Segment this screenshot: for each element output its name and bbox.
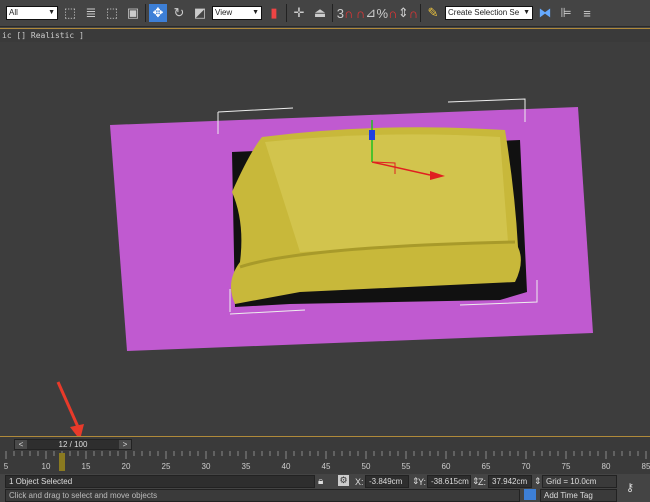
current-frame-marker[interactable]: [59, 453, 65, 471]
prev-frame-button[interactable]: <: [15, 440, 27, 449]
viewport-label[interactable]: ic [] Realistic ]: [0, 28, 650, 42]
perspective-viewport[interactable]: [0, 42, 650, 440]
y-label: Y:: [418, 477, 427, 487]
ruler-label: 75: [562, 462, 571, 471]
reference-coord-dropdown[interactable]: View: [212, 6, 262, 20]
selection-filter-dropdown[interactable]: All: [6, 6, 58, 20]
divider: [420, 4, 421, 22]
manipulate-icon[interactable]: ✛: [290, 4, 308, 22]
annotation-arrow: [56, 381, 84, 440]
divider: [286, 4, 287, 22]
ruler-label: 50: [362, 462, 371, 471]
time-tag-icon[interactable]: [524, 489, 536, 500]
layer-icon[interactable]: ≡: [578, 4, 596, 22]
divider: [332, 4, 333, 22]
angle-snap-icon[interactable]: ∩ ⊿: [356, 4, 376, 22]
status-bar: 1 Object Selected 🔒︎ ⚙ X: -3.849cm ⇕ Y: …: [0, 474, 650, 502]
z-coordinate-field[interactable]: 37.942cm: [488, 475, 532, 488]
next-frame-button[interactable]: >: [119, 440, 131, 449]
z-label: Z:: [478, 477, 486, 487]
ruler-label: 65: [482, 462, 491, 471]
frame-counter: 12 / 100: [58, 440, 88, 449]
x-label: X:: [355, 477, 364, 487]
track-ruler: 5 10 15 20 25 30 35 40 45 50 55 60 65 70 75 80 85: [4, 451, 650, 471]
percent-label: %: [376, 5, 389, 21]
ruler-label: 45: [322, 462, 331, 471]
pivot-center-icon[interactable]: ▮: [265, 4, 283, 22]
scale-icon[interactable]: ◩: [191, 4, 209, 22]
ruler-label: 10: [42, 462, 51, 471]
ruler-label: 70: [522, 462, 531, 471]
ruler-label: 35: [242, 462, 251, 471]
z-spinner-icon[interactable]: ⇕: [534, 476, 542, 487]
x-coordinate-field[interactable]: -3.849cm: [365, 475, 409, 488]
box-top-highlight: [265, 134, 508, 252]
edit-named-selection-icon[interactable]: ✎: [424, 4, 442, 22]
ruler-label: 85: [642, 462, 650, 471]
ruler-label: 80: [602, 462, 611, 471]
rotate-icon[interactable]: ↻: [170, 4, 188, 22]
mirror-icon[interactable]: ⧓: [536, 4, 554, 22]
select-object-icon[interactable]: ⬚: [61, 4, 79, 22]
window-crossing-icon[interactable]: ▣: [124, 4, 142, 22]
absolute-mode-icon[interactable]: ⚙: [338, 475, 349, 486]
ruler-label: 5: [4, 462, 9, 471]
ruler-label: 30: [202, 462, 211, 471]
time-slider[interactable]: < 12 / 100 >: [14, 439, 132, 450]
select-by-name-icon[interactable]: ≣: [82, 4, 100, 22]
divider: [145, 4, 146, 22]
rectangular-selection-icon[interactable]: ⬚: [103, 4, 121, 22]
keyboard-shortcut-icon[interactable]: ⏏: [311, 4, 329, 22]
y-coordinate-field[interactable]: -38.615cm: [427, 475, 471, 488]
select-and-move-icon[interactable]: ✥: [149, 4, 167, 22]
lock-icon[interactable]: 🔒︎: [318, 476, 323, 487]
ruler-label: 40: [282, 462, 291, 471]
viewport-scene: [56, 98, 593, 440]
time-slider-bar: < 12 / 100 >: [0, 436, 650, 450]
track-bar[interactable]: 5 10 15 20 25 30 35 40 45 50 55 60 65 70 75 80 85: [0, 450, 650, 474]
ruler-label: 25: [162, 462, 171, 471]
snap-toggle-icon[interactable]: 3 ∩: [336, 4, 354, 22]
named-selection-dropdown[interactable]: Create Selection Se: [445, 6, 533, 20]
ruler-label: 60: [442, 462, 451, 471]
align-icon[interactable]: ⊫: [557, 4, 575, 22]
ruler-label: 20: [122, 462, 131, 471]
selection-status: 1 Object Selected: [5, 475, 315, 488]
ruler-label: 15: [82, 462, 91, 471]
prompt-line: Click and drag to select and move object…: [5, 489, 520, 502]
grid-size: Grid = 10.0cm: [542, 475, 617, 488]
add-time-tag[interactable]: Add Time Tag: [540, 489, 617, 502]
percent-snap-icon[interactable]: % ∩: [376, 4, 398, 22]
main-toolbar: All ⬚ ≣ ⬚ ▣ ✥ ↻ ◩ View ▮ ✛ ⏏ 3∩ ∩⊿ %∩ ⇕∩…: [0, 0, 650, 27]
snap-label: 3: [336, 5, 344, 21]
spinner-snap-icon[interactable]: ⇕ ∩: [398, 4, 418, 22]
key-icon[interactable]: ⚷: [626, 481, 634, 494]
ruler-label: 55: [402, 462, 411, 471]
